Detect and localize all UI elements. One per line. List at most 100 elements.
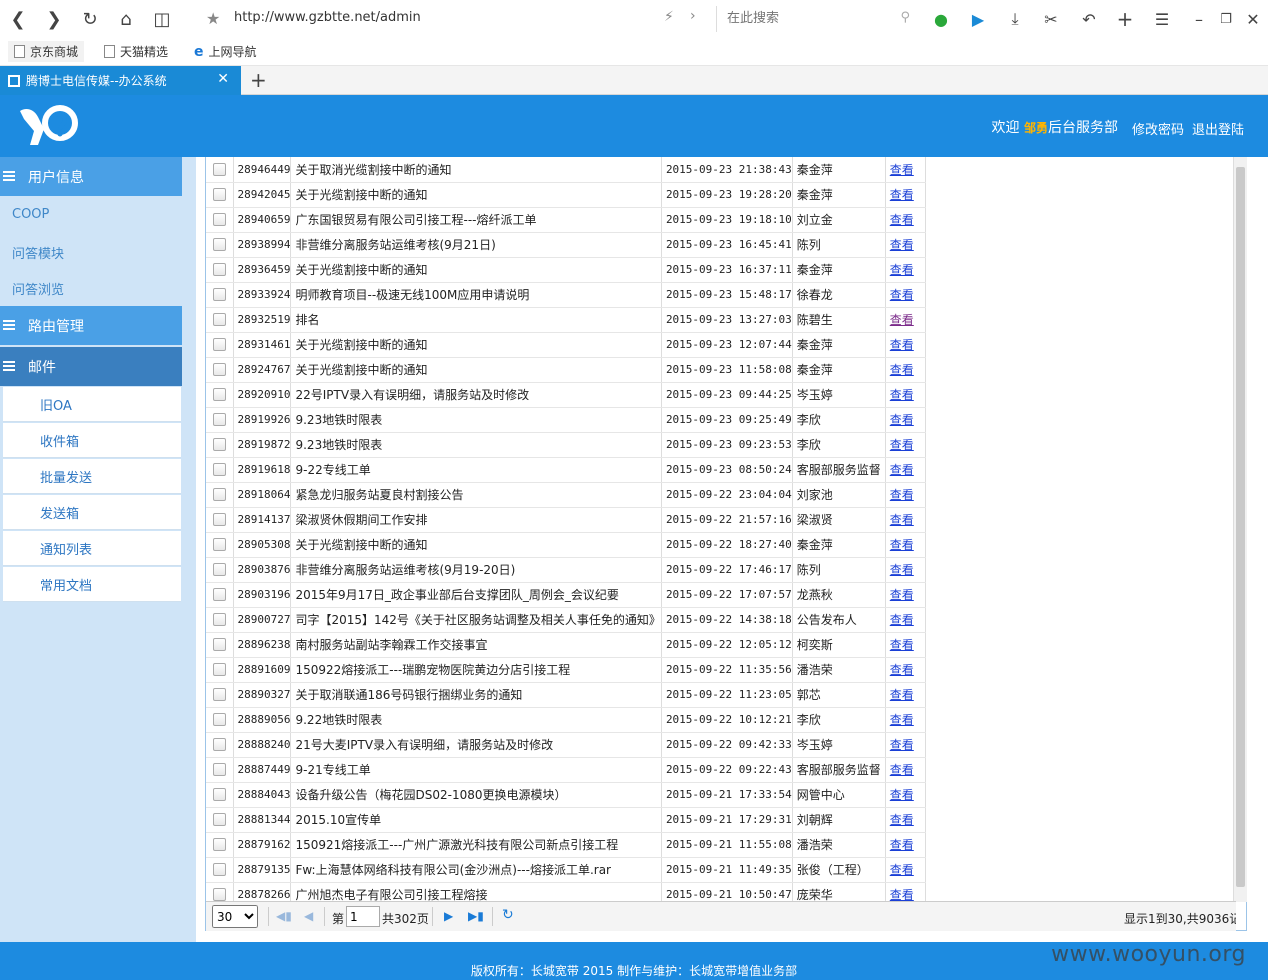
- view-link[interactable]: 查看: [890, 738, 914, 752]
- sidebar-section-mail[interactable]: 邮件: [0, 347, 182, 386]
- download-icon[interactable]: ⤓: [1002, 6, 1028, 32]
- play-icon[interactable]: ▶: [965, 6, 991, 32]
- browser-search-input[interactable]: [727, 6, 897, 30]
- tab-office-system[interactable]: 腾博士电信传媒--办公系统 ✕: [0, 66, 241, 95]
- view-link[interactable]: 查看: [890, 513, 914, 527]
- row-checkbox[interactable]: [212, 413, 226, 427]
- back-icon[interactable]: ❮: [0, 1, 36, 37]
- view-link[interactable]: 查看: [890, 263, 914, 277]
- view-link[interactable]: 查看: [890, 363, 914, 377]
- plus-icon[interactable]: +: [1112, 6, 1138, 32]
- sidebar-section-user-info[interactable]: 用户信息: [0, 157, 182, 196]
- view-link[interactable]: 查看: [890, 588, 914, 602]
- view-link[interactable]: 查看: [890, 763, 914, 777]
- row-checkbox[interactable]: [212, 813, 226, 827]
- sidebar-item-notices[interactable]: 通知列表: [3, 531, 181, 566]
- row-checkbox[interactable]: [212, 513, 226, 527]
- row-checkbox[interactable]: [212, 338, 226, 352]
- view-link[interactable]: 查看: [890, 163, 914, 177]
- page-size-select[interactable]: 30: [212, 905, 258, 928]
- sidebar-item-qa-browse[interactable]: 问答浏览: [12, 279, 64, 298]
- row-checkbox[interactable]: [212, 238, 226, 252]
- lightning-icon[interactable]: ⚡: [664, 9, 674, 25]
- row-checkbox[interactable]: [212, 213, 226, 227]
- first-page-icon[interactable]: ◀▮: [276, 909, 292, 923]
- undo-icon[interactable]: ↶: [1076, 6, 1102, 32]
- forward-icon[interactable]: ❯: [36, 1, 72, 37]
- wechat-icon[interactable]: ●: [928, 6, 954, 32]
- row-checkbox[interactable]: [212, 313, 226, 327]
- bookmark-nav[interactable]: e 上网导航: [188, 41, 263, 62]
- search-icon[interactable]: ⚲: [900, 10, 910, 25]
- change-password-link[interactable]: 修改密码: [1132, 119, 1184, 138]
- row-checkbox[interactable]: [212, 738, 226, 752]
- view-link[interactable]: 查看: [890, 638, 914, 652]
- sidebar-item-qa-module[interactable]: 问答模块: [12, 243, 64, 262]
- new-tab-icon[interactable]: +: [250, 68, 267, 92]
- refresh-icon[interactable]: ↻: [72, 1, 108, 37]
- row-checkbox[interactable]: [212, 163, 226, 176]
- row-checkbox[interactable]: [212, 638, 226, 652]
- row-checkbox[interactable]: [212, 188, 226, 202]
- logout-link[interactable]: 退出登陆: [1192, 119, 1244, 138]
- view-link[interactable]: 查看: [890, 788, 914, 802]
- view-link[interactable]: 查看: [890, 838, 914, 852]
- view-link[interactable]: 查看: [890, 688, 914, 702]
- view-link[interactable]: 查看: [890, 663, 914, 677]
- view-link[interactable]: 查看: [890, 288, 914, 302]
- view-link[interactable]: 查看: [890, 463, 914, 477]
- row-checkbox[interactable]: [212, 288, 226, 302]
- tab-close-icon[interactable]: ✕: [217, 71, 229, 87]
- row-checkbox[interactable]: [212, 713, 226, 727]
- view-link[interactable]: 查看: [890, 863, 914, 877]
- sidebar-item-old-oa[interactable]: 旧OA: [3, 387, 181, 422]
- row-checkbox[interactable]: [212, 838, 226, 852]
- reload-icon[interactable]: ↻: [502, 907, 514, 923]
- view-link[interactable]: 查看: [890, 213, 914, 227]
- row-checkbox[interactable]: [212, 463, 226, 477]
- last-page-icon[interactable]: ▶▮: [468, 909, 484, 923]
- scrollbar-thumb[interactable]: [1236, 167, 1245, 887]
- row-checkbox[interactable]: [212, 263, 226, 277]
- view-link[interactable]: 查看: [890, 313, 914, 327]
- row-checkbox[interactable]: [212, 438, 226, 452]
- row-checkbox[interactable]: [212, 588, 226, 602]
- row-checkbox[interactable]: [212, 563, 226, 577]
- prev-page-icon[interactable]: ◀: [304, 909, 313, 923]
- restore-icon[interactable]: ❐: [1213, 6, 1239, 32]
- row-checkbox[interactable]: [212, 863, 226, 877]
- address-bar[interactable]: http://www.gzbtte.net/admin: [234, 10, 421, 25]
- view-link[interactable]: 查看: [890, 338, 914, 352]
- sidebar-section-routing[interactable]: 路由管理: [0, 306, 182, 345]
- row-checkbox[interactable]: [212, 363, 226, 377]
- row-checkbox[interactable]: [212, 388, 226, 402]
- browser-search-box[interactable]: ⚲: [716, 6, 916, 32]
- close-icon[interactable]: ✕: [1240, 6, 1266, 32]
- sidebar-item-inbox[interactable]: 收件箱: [3, 423, 181, 458]
- row-checkbox[interactable]: [212, 888, 226, 902]
- minimize-icon[interactable]: –: [1186, 6, 1212, 32]
- view-link[interactable]: 查看: [890, 413, 914, 427]
- view-link[interactable]: 查看: [890, 713, 914, 727]
- view-link[interactable]: 查看: [890, 488, 914, 502]
- reader-icon[interactable]: ◫: [144, 1, 180, 37]
- sidebar-item-bulk-send[interactable]: 批量发送: [3, 459, 181, 494]
- row-checkbox[interactable]: [212, 538, 226, 552]
- row-checkbox[interactable]: [212, 788, 226, 802]
- row-checkbox[interactable]: [212, 613, 226, 627]
- row-checkbox[interactable]: [212, 763, 226, 777]
- view-link[interactable]: 查看: [890, 538, 914, 552]
- sidebar-item-outbox[interactable]: 发送箱: [3, 495, 181, 530]
- home-icon[interactable]: ⌂: [108, 1, 144, 37]
- view-link[interactable]: 查看: [890, 188, 914, 202]
- next-page-icon[interactable]: ▶: [444, 909, 453, 923]
- view-link[interactable]: 查看: [890, 563, 914, 577]
- sidebar-item-coop[interactable]: COOP: [12, 207, 49, 222]
- view-link[interactable]: 查看: [890, 813, 914, 827]
- view-link[interactable]: 查看: [890, 438, 914, 452]
- row-checkbox[interactable]: [212, 488, 226, 502]
- view-link[interactable]: 查看: [890, 388, 914, 402]
- bookmark-star-icon[interactable]: ★: [206, 9, 220, 28]
- sidebar-item-common-docs[interactable]: 常用文档: [3, 567, 181, 602]
- page-number-input[interactable]: [346, 906, 380, 927]
